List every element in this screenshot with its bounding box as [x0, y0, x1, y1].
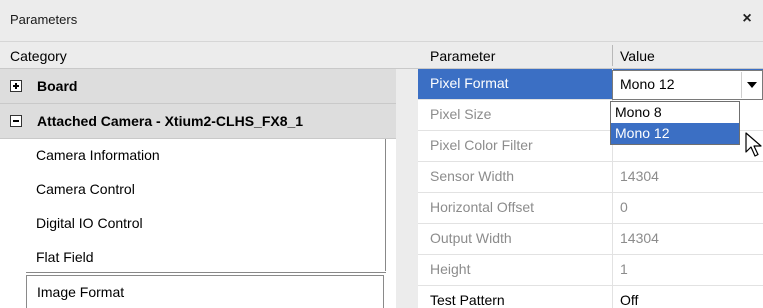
- tree-group-label: Attached Camera - Xtium2-CLHS_FX8_1: [37, 113, 304, 129]
- dropdown-option-mono-8[interactable]: Mono 8: [611, 102, 739, 123]
- expand-plus-icon[interactable]: [10, 80, 22, 92]
- tree-item-image-format[interactable]: Image Format: [26, 275, 384, 308]
- param-name: Pixel Color Filter: [430, 137, 533, 153]
- close-icon[interactable]: ×: [738, 10, 756, 28]
- param-name: Pixel Size: [430, 106, 492, 122]
- tree-item-camera-information[interactable]: Camera Information: [26, 139, 386, 173]
- param-name: Height: [430, 261, 471, 277]
- param-name: Test Pattern: [430, 292, 505, 308]
- param-value: 14304: [620, 168, 659, 184]
- tree-item-label: Image Format: [37, 284, 125, 300]
- category-tree: Board Attached Camera - Xtium2-CLHS_FX8_…: [0, 69, 396, 308]
- select-value: Mono 12: [620, 76, 675, 92]
- column-divider: [612, 286, 613, 308]
- column-divider: [612, 224, 613, 255]
- param-row-horizontal-offset[interactable]: Horizontal Offset 0: [418, 193, 763, 224]
- window-title: Parameters: [10, 12, 78, 27]
- tree-item-camera-control[interactable]: Camera Control: [26, 173, 386, 207]
- tree-frame-line: [385, 139, 386, 271]
- param-name: Sensor Width: [430, 168, 515, 184]
- param-row-output-width[interactable]: Output Width 14304: [418, 224, 763, 255]
- category-header: Category: [10, 48, 67, 64]
- column-divider: [612, 193, 613, 224]
- param-name: Output Width: [430, 230, 512, 246]
- tree-item-label: Camera Information: [36, 147, 160, 163]
- tree-item-label: Camera Control: [36, 181, 135, 197]
- parameter-header[interactable]: Parameter: [430, 48, 495, 64]
- tree-item-label: Digital IO Control: [36, 215, 143, 231]
- tree-item-flat-field[interactable]: Flat Field: [26, 241, 386, 275]
- pixel-format-dropdown: Mono 8 Mono 12: [610, 101, 740, 145]
- pixel-format-select[interactable]: Mono 12: [612, 70, 763, 100]
- param-name: Horizontal Offset: [430, 199, 535, 215]
- param-value[interactable]: Off: [620, 292, 638, 308]
- tree-group-label: Board: [37, 78, 78, 94]
- tree-item-label: Flat Field: [36, 249, 94, 265]
- param-row-test-pattern[interactable]: Test Pattern Off: [418, 286, 763, 308]
- column-header-bar: Category Parameter Value: [0, 42, 763, 69]
- param-row-height[interactable]: Height 1: [418, 255, 763, 286]
- param-value: 1: [620, 261, 628, 277]
- param-value: 14304: [620, 230, 659, 246]
- header-divider[interactable]: [612, 45, 613, 66]
- value-header[interactable]: Value: [620, 48, 655, 64]
- dropdown-arrow-icon[interactable]: [741, 72, 761, 98]
- dropdown-option-mono-12[interactable]: Mono 12: [611, 123, 739, 144]
- param-value: 0: [620, 199, 628, 215]
- window-titlebar: Parameters ×: [0, 0, 763, 42]
- mouse-cursor-icon: [745, 132, 762, 157]
- param-name: Pixel Format: [430, 75, 509, 91]
- tree-item-digital-io-control[interactable]: Digital IO Control: [26, 207, 386, 241]
- pane-splitter[interactable]: [396, 69, 418, 308]
- column-divider: [612, 162, 613, 193]
- tree-group-board[interactable]: Board: [0, 69, 396, 104]
- collapse-minus-icon[interactable]: [10, 115, 22, 127]
- column-divider: [612, 255, 613, 286]
- tree-frame-line: [26, 272, 386, 273]
- tree-group-attached-camera[interactable]: Attached Camera - Xtium2-CLHS_FX8_1: [0, 104, 396, 139]
- param-row-sensor-width[interactable]: Sensor Width 14304: [418, 162, 763, 193]
